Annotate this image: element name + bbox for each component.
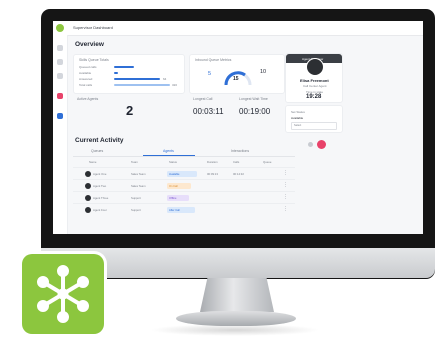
app-logo-icon — [56, 24, 64, 32]
activity-tabs: Queues Agents Interactions — [73, 148, 295, 157]
alert-icon[interactable] — [317, 140, 326, 149]
status-badge-label: Offline — [169, 196, 177, 200]
longest-wait-label: Longest Wait Time — [239, 97, 268, 101]
status-badge-label: Available — [169, 172, 180, 176]
skills-queue-title: Skills Queue Totals — [79, 58, 109, 62]
snowflake-icon — [37, 265, 89, 323]
status-badge: On Call — [167, 183, 191, 189]
tab-queues[interactable]: Queues — [91, 149, 103, 153]
status-badge-label: On Call — [169, 184, 178, 188]
app-bar: Supervisor Dashboard — [53, 21, 423, 36]
row-calls: 00:14:32 — [233, 172, 244, 176]
queue-metrics-panel: Inbound Queue Metrics 5 15 10 — [189, 54, 285, 94]
set-status-label: Set Status — [291, 110, 305, 114]
stat-label: Answered — [79, 77, 93, 81]
gauge-mid-value: 15 — [233, 76, 239, 82]
longest-call-value: 00:03:11 — [193, 107, 224, 116]
monitor-stand-base — [176, 311, 296, 326]
avatar — [85, 183, 91, 189]
column-calls: Calls — [233, 160, 240, 164]
sidebar-item-alerts[interactable] — [57, 93, 63, 99]
column-name: Name — [89, 160, 97, 164]
stat-label: Queued calls — [79, 65, 97, 69]
column-team: Team — [131, 160, 138, 164]
row-menu-icon[interactable]: ⋮ — [283, 182, 288, 188]
row-team: Sales Team — [131, 172, 146, 176]
stat-label: Total calls — [79, 83, 93, 87]
app-title: Supervisor Dashboard — [73, 25, 113, 30]
brand-logo-tile — [22, 254, 104, 334]
row-duration: 00:09:13 — [207, 172, 218, 176]
row-menu-icon[interactable]: ⋮ — [283, 194, 288, 200]
phone-icon[interactable] — [308, 142, 313, 147]
status-badge: After Call — [167, 207, 195, 213]
skills-queue-panel: Skills Queue Totals Queued calls Availab… — [73, 54, 185, 94]
stat-bar — [114, 78, 160, 81]
table-row[interactable]: Agent Four Support After Call ⋮ — [73, 203, 295, 216]
stat-bar — [114, 66, 134, 69]
status-badge: Offline — [167, 195, 189, 201]
sidebar-item-home[interactable] — [57, 45, 63, 51]
row-team: Support — [131, 196, 141, 200]
agent-profile-card: Agent Overview Elisa Freemont Call Cente… — [285, 53, 343, 103]
stat-label: Available — [79, 71, 92, 75]
status-select[interactable]: Select — [291, 122, 337, 130]
gauge-right-value: 10 — [260, 69, 267, 75]
time-in-state-value: 19:28 — [306, 94, 322, 100]
active-agents-label: Active Agents — [77, 97, 99, 101]
monitor-stand-neck — [200, 278, 274, 312]
status-value: Available — [291, 116, 304, 120]
agent-avatar — [306, 58, 324, 76]
longest-call-label: Longest Call — [193, 97, 213, 101]
status-select-placeholder: Select — [294, 124, 302, 127]
tab-interactions[interactable]: Interactions — [231, 149, 249, 153]
row-team: Sales Team — [131, 184, 146, 188]
queue-metrics-title: Inbound Queue Metrics — [195, 58, 232, 62]
column-status: Status — [169, 160, 177, 164]
sidebar — [53, 35, 68, 234]
sidebar-item-reports[interactable] — [57, 113, 63, 119]
gauge-left-value: 5 — [208, 71, 212, 77]
overview-title: Overview — [75, 41, 104, 48]
tab-agents-underline — [143, 155, 195, 156]
avatar — [85, 195, 91, 201]
row-menu-icon[interactable]: ⋮ — [283, 206, 288, 212]
row-team: Support — [131, 208, 141, 212]
status-badge-label: After Call — [169, 208, 180, 212]
avatar — [85, 171, 91, 177]
stat-bar — [114, 72, 118, 75]
active-agents-value: 2 — [126, 103, 134, 118]
current-activity-title: Current Activity — [75, 137, 124, 144]
column-duration: Duration — [207, 160, 218, 164]
row-menu-icon[interactable]: ⋮ — [283, 170, 288, 176]
tab-agents[interactable]: Agents — [163, 149, 174, 153]
dashboard-screen: Supervisor Dashboard Overview Skills Que… — [53, 21, 423, 234]
agent-name: Elisa Freemont — [300, 78, 329, 83]
row-name: Agent Four — [93, 208, 107, 212]
status-panel: Set Status Available Select — [285, 105, 343, 133]
row-name: Agent Three — [93, 196, 109, 200]
row-name: Agent Two — [93, 184, 107, 188]
column-queue: Queue — [263, 160, 272, 164]
longest-wait-value: 00:19:00 — [239, 107, 271, 116]
sidebar-item-queues[interactable] — [57, 73, 63, 79]
row-name: Agent One — [93, 172, 107, 176]
status-badge: Available — [167, 171, 197, 177]
avatar — [85, 207, 91, 213]
stat-value: 320 — [172, 83, 178, 87]
sidebar-item-agents[interactable] — [57, 59, 63, 65]
stat-value: 64 — [163, 77, 167, 81]
table-header: Name Team Status Duration Calls Queue — [73, 159, 295, 166]
stat-bar — [114, 84, 170, 87]
agent-role: Call Center Agent — [303, 84, 327, 88]
